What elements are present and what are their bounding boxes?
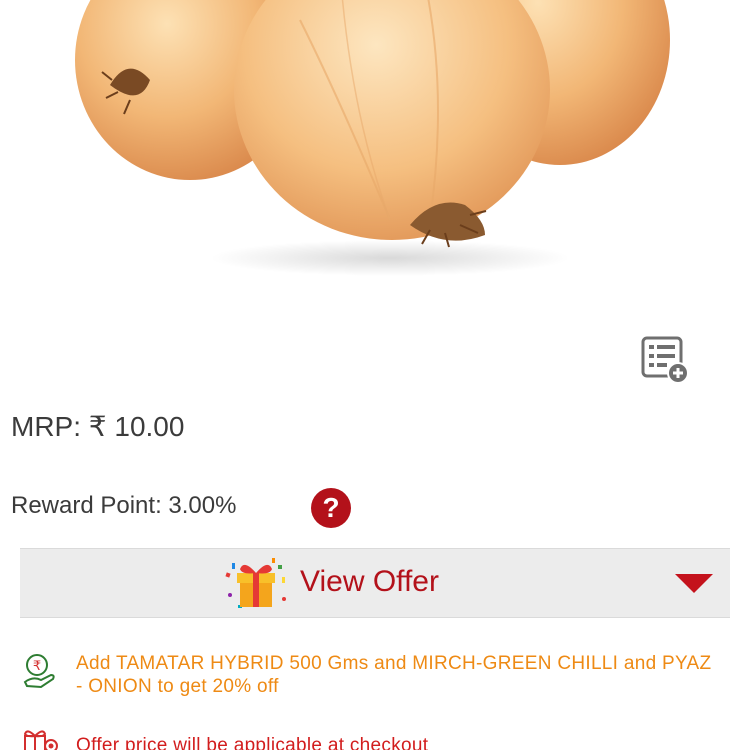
product-detail-page: MRP: ₹ 10.00 Reward Point: 3.00% ? View … [0,0,750,750]
list-add-icon [641,336,689,384]
svg-text:₹: ₹ [33,659,41,674]
gift-icon [225,558,286,608]
offer-item: ₹ Add TAMATAR HYBRID 500 Gms and MIRCH-G… [22,652,722,702]
question-mark-icon: ? [322,492,340,523]
offer-text: Offer price will be applicable at checko… [76,735,429,750]
gift-box-icon [23,730,58,750]
reward-help-button[interactable]: ? [311,488,351,528]
product-image [75,0,670,276]
offer-item: Offer price will be applicable at checko… [22,726,722,750]
rupee-hand-icon: ₹ [23,654,55,689]
reward-point-text: Reward Point: 3.00% [11,492,237,519]
view-offer-button[interactable]: View Offer [20,548,730,618]
view-offer-label: View Offer [300,565,439,598]
add-to-list-button[interactable] [638,334,690,386]
mrp-price: MRP: ₹ 10.00 [11,411,185,442]
caret-down-icon [675,574,713,593]
offer-text: Add TAMATAR HYBRID 500 Gms and MIRCH-GRE… [76,653,712,697]
